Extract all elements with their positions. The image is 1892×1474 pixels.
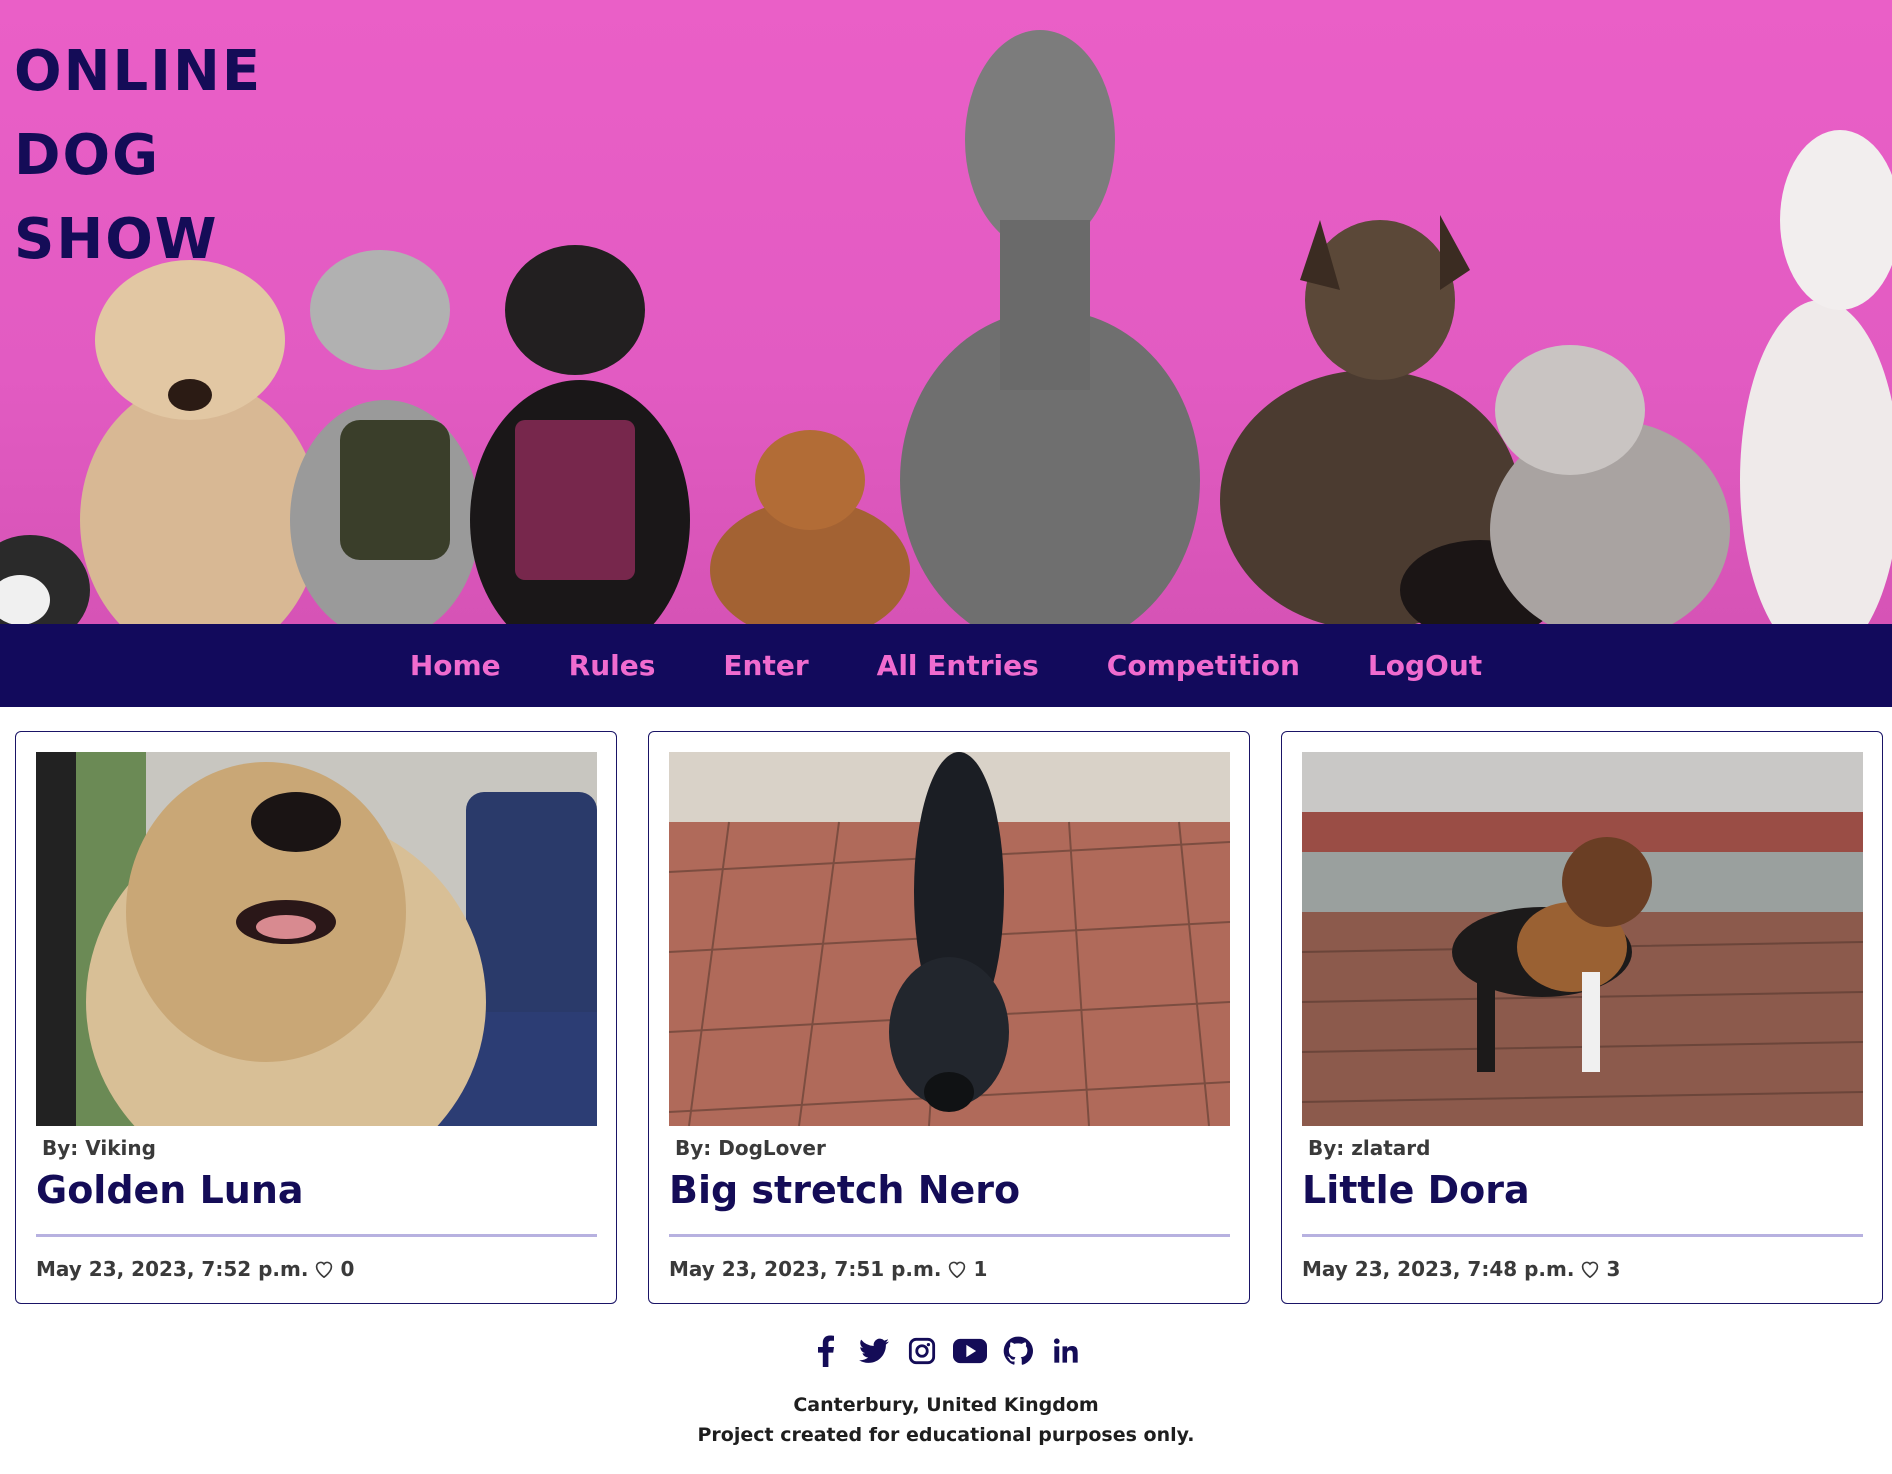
card-divider <box>36 1234 597 1237</box>
linkedin-icon[interactable] <box>1049 1334 1083 1368</box>
nav-enter[interactable]: Enter <box>723 649 808 682</box>
twitter-icon[interactable] <box>857 1334 891 1368</box>
nav-home[interactable]: Home <box>410 649 501 682</box>
site-title-line-1: ONLINE <box>14 39 263 104</box>
entry-image[interactable] <box>36 752 597 1126</box>
like-count: 0 <box>340 1257 355 1281</box>
entry-image[interactable] <box>669 752 1230 1126</box>
nav-all-entries[interactable]: All Entries <box>877 649 1039 682</box>
entry-meta: May 23, 2023, 7:52 p.m. 0 <box>36 1257 596 1281</box>
site-footer: Canterbury, United Kingdom Project creat… <box>0 1334 1892 1450</box>
entry-title[interactable]: Golden Luna <box>36 1168 596 1212</box>
footer-note: Project created for educational purposes… <box>697 1424 1195 1446</box>
instagram-icon[interactable] <box>905 1334 939 1368</box>
main-navigation: Home Rules Enter All Entries Competition… <box>0 624 1892 707</box>
facebook-icon[interactable] <box>809 1334 843 1368</box>
social-links <box>0 1334 1892 1368</box>
site-title: ONLINE DOG SHOW <box>14 30 262 282</box>
entry-author: By: DogLover <box>675 1136 826 1160</box>
entry-date: May 23, 2023, 7:51 p.m. <box>669 1257 942 1281</box>
entry-author: By: Viking <box>42 1136 156 1160</box>
heart-icon[interactable] <box>947 1260 967 1278</box>
heart-icon[interactable] <box>1580 1260 1600 1278</box>
entry-date: May 23, 2023, 7:52 p.m. <box>36 1257 309 1281</box>
entry-card[interactable]: By: Viking Golden Luna May 23, 2023, 7:5… <box>15 731 617 1304</box>
entry-meta: May 23, 2023, 7:48 p.m. 3 <box>1302 1257 1862 1281</box>
like-count: 1 <box>973 1257 988 1281</box>
entry-date: May 23, 2023, 7:48 p.m. <box>1302 1257 1575 1281</box>
like-count: 3 <box>1606 1257 1621 1281</box>
nav-rules[interactable]: Rules <box>569 649 656 682</box>
footer-location: Canterbury, United Kingdom <box>793 1394 1099 1416</box>
nav-logout[interactable]: LogOut <box>1368 649 1482 682</box>
hero-banner: ONLINE DOG SHOW <box>0 0 1892 624</box>
hero-dogs-image <box>0 30 1892 624</box>
site-title-line-2: DOG <box>14 123 161 188</box>
nav-competition[interactable]: Competition <box>1107 649 1300 682</box>
entry-title[interactable]: Little Dora <box>1302 1168 1862 1212</box>
card-divider <box>1302 1234 1863 1237</box>
heart-icon[interactable] <box>314 1260 334 1278</box>
entry-meta: May 23, 2023, 7:51 p.m. 1 <box>669 1257 1229 1281</box>
card-divider <box>669 1234 1230 1237</box>
entry-card[interactable]: By: zlatard Little Dora May 23, 2023, 7:… <box>1281 731 1883 1304</box>
github-icon[interactable] <box>1001 1334 1035 1368</box>
entry-card[interactable]: By: DogLover Big stretch Nero May 23, 20… <box>648 731 1250 1304</box>
entries-grid: By: Viking Golden Luna May 23, 2023, 7:5… <box>15 731 1885 1304</box>
entry-title[interactable]: Big stretch Nero <box>669 1168 1229 1212</box>
youtube-icon[interactable] <box>953 1334 987 1368</box>
site-title-line-3: SHOW <box>14 207 219 272</box>
entry-author: By: zlatard <box>1308 1136 1431 1160</box>
entry-image[interactable] <box>1302 752 1863 1126</box>
